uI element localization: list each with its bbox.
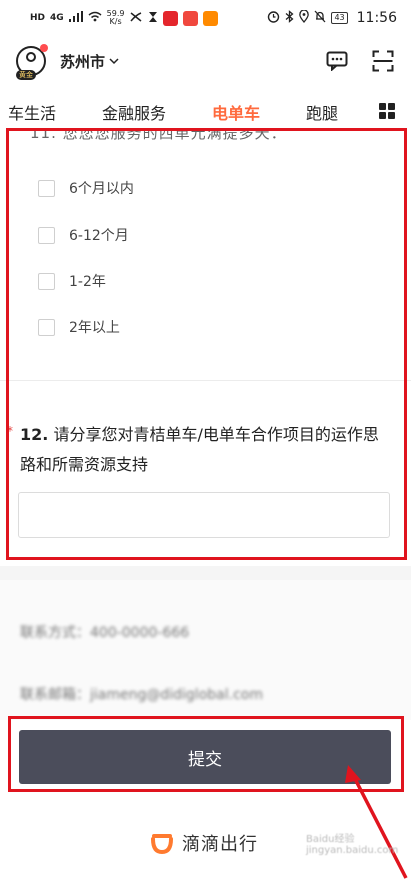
highlight-frame: [6, 128, 407, 560]
contact-section: 联系方式：400-0000-666 联系邮箱：jiameng@didigloba…: [0, 580, 411, 720]
app-notification-icon-1: [163, 10, 179, 26]
vip-badge: 黄金: [16, 70, 36, 80]
location-icon: [299, 9, 310, 26]
watermark: Baidu经验 jingyan.baidu.com: [306, 834, 399, 856]
wifi-icon: [88, 11, 102, 25]
alarm-icon: [267, 10, 280, 26]
brand-name: 滴滴出行: [182, 834, 258, 855]
contact-phone: 联系方式：400-0000-666: [20, 625, 190, 641]
hourglass-icon: [148, 11, 158, 26]
chevron-down-icon: [109, 55, 119, 68]
gray-separator: [0, 566, 411, 580]
avatar-head: [26, 52, 36, 62]
status-right: 43 11:56: [267, 9, 397, 26]
notification-dot: [40, 44, 48, 52]
battery-icon: 43: [331, 12, 348, 24]
battery-level: 43: [334, 13, 345, 22]
city-selector[interactable]: 苏州市: [60, 51, 119, 72]
signal-icon: [68, 11, 83, 25]
tab-ebike[interactable]: 电单车: [212, 100, 260, 124]
message-icon[interactable]: [325, 49, 349, 73]
brand-footer: 滴滴出行: [150, 830, 258, 856]
signal-type-label: 4G: [50, 13, 64, 23]
scan-icon[interactable]: [371, 49, 395, 73]
net-speed: 59.9 K/s: [107, 10, 125, 26]
mute-call-icon: [129, 11, 143, 26]
bluetooth-icon: [285, 10, 294, 26]
more-tabs-grid-icon[interactable]: [379, 103, 395, 119]
status-bar: HD 4G 59.9 K/s 43 11:56: [0, 0, 411, 36]
avatar-icon[interactable]: 黄金: [16, 44, 48, 80]
silent-bell-icon: [314, 10, 326, 26]
pointer-arrow-icon: [345, 765, 408, 879]
status-left: HD 4G 59.9 K/s: [30, 10, 219, 26]
contact-email: 联系邮箱：jiameng@didiglobal.com: [20, 687, 263, 703]
app-header: 黄金 苏州市: [0, 36, 411, 86]
app-notification-icon-2: [183, 10, 199, 26]
city-label: 苏州市: [60, 52, 106, 71]
tab-errand[interactable]: 跑腿: [306, 100, 338, 124]
tab-finance[interactable]: 金融服务: [102, 100, 166, 124]
network-label: HD: [30, 13, 46, 23]
didi-logo-icon: [150, 832, 174, 855]
tab-bar: 车生活 金融服务 电单车 跑腿: [0, 90, 411, 130]
speed-unit: K/s: [109, 17, 122, 26]
header-actions: [325, 49, 395, 73]
tab-car-life[interactable]: 车生活: [8, 100, 56, 124]
clock: 11:56: [356, 10, 397, 26]
app-notification-icon-3: [203, 10, 219, 26]
